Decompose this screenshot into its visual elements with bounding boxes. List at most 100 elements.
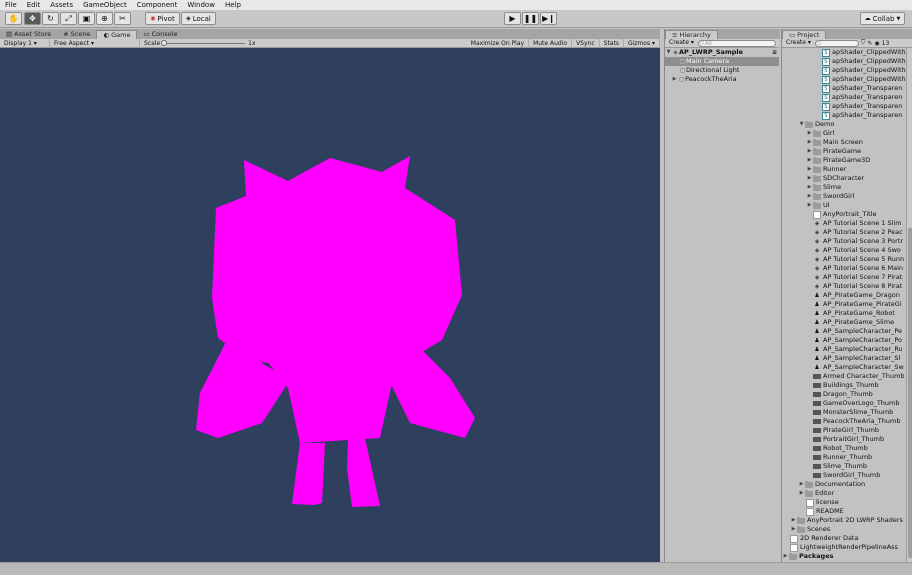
project-root-item[interactable]: ▶ Scenes <box>782 525 906 534</box>
project-folder-packages[interactable]: ▶ Packages <box>782 552 906 561</box>
project-folder-item[interactable]: ▶ SDCharacter <box>782 174 906 183</box>
project-item-thumb[interactable]: Slime_Thumb <box>782 462 906 471</box>
project-item-thumb[interactable]: Armed Character_Thumb <box>782 372 906 381</box>
project-item-file[interactable]: README <box>782 507 906 516</box>
project-item-shader[interactable]: SapShader_ClippedWith <box>782 75 906 84</box>
expand-arrow-icon[interactable]: ▶ <box>806 165 813 174</box>
local-toggle[interactable]: ◈ Local <box>181 12 216 25</box>
project-item-shader[interactable]: SapShader_Transparen <box>782 102 906 111</box>
project-item-title[interactable]: AnyPortrait_Title <box>782 210 906 219</box>
filter-type-icon[interactable]: ⛉ <box>861 39 866 47</box>
pause-button[interactable]: ❚❚ <box>522 12 539 25</box>
mute-audio-toggle[interactable]: Mute Audio <box>529 38 573 48</box>
project-item-prefab[interactable]: ♟ AP_SampleCharacter_Pe <box>782 327 906 336</box>
expand-arrow-icon[interactable]: ▼ <box>798 120 805 129</box>
scene-root[interactable]: ▼ ◈ AP_LWRP_Sample ≡ <box>665 48 779 57</box>
gizmos-dropdown[interactable]: Gizmos ▾ <box>624 38 660 48</box>
menu-edit[interactable]: Edit <box>22 0 46 10</box>
project-item-prefab[interactable]: ♟ AP_PirateGame_Slime <box>782 318 906 327</box>
project-item-thumb[interactable]: Runner_Thumb <box>782 453 906 462</box>
project-item-shader[interactable]: SapShader_ClippedWith <box>782 66 906 75</box>
project-item-prefab[interactable]: ♟ AP_PirateGame_PirateGi <box>782 300 906 309</box>
eye-icon[interactable]: ◉ <box>874 40 879 47</box>
hand-tool-button[interactable]: ✋ <box>5 12 22 25</box>
project-folder-demo[interactable]: ▼ Demo <box>782 120 906 129</box>
hierarchy-create-button[interactable]: Create ▾ <box>667 39 696 47</box>
custom-tool-button[interactable]: ✂ <box>114 12 131 25</box>
project-search-input[interactable] <box>814 39 859 47</box>
project-item-prefab[interactable]: ♟ AP_SampleCharacter_Sw <box>782 363 906 372</box>
move-tool-button[interactable]: ✥ <box>24 12 41 25</box>
expand-arrow-icon[interactable]: ▶ <box>806 147 813 156</box>
scale-control[interactable]: Scale 1x <box>140 39 260 48</box>
project-item-scene[interactable]: ◈ AP Tutorial Scene 1 Slim <box>782 219 906 228</box>
expand-arrow-icon[interactable]: ▶ <box>671 75 678 84</box>
step-button[interactable]: ▶❙ <box>540 12 557 25</box>
transform-tool-button[interactable]: ⊕ <box>96 12 113 25</box>
menu-help[interactable]: Help <box>220 0 246 10</box>
project-item-thumb[interactable]: Dragon_Thumb <box>782 390 906 399</box>
scale-slider[interactable] <box>161 39 246 46</box>
pivot-toggle[interactable]: ◉ Pivot <box>145 12 180 25</box>
project-folder-item[interactable]: ▶ Main Screen <box>782 138 906 147</box>
project-item-scene[interactable]: ◈ AP Tutorial Scene 8 Pirat <box>782 282 906 291</box>
menu-icon[interactable]: ≡ <box>772 48 777 57</box>
project-create-button[interactable]: Create ▾ <box>784 39 813 47</box>
project-item-thumb[interactable]: Buildings_Thumb <box>782 381 906 390</box>
expand-arrow-icon[interactable]: ▶ <box>806 192 813 201</box>
project-folder-item[interactable]: ▶ PirateGame <box>782 147 906 156</box>
project-folder-item[interactable]: ▶ Girl <box>782 129 906 138</box>
project-folder-item[interactable]: ▶ Slime <box>782 183 906 192</box>
project-root-item[interactable]: ▶ AnyPortrait 2D LWRP Shaders <box>782 516 906 525</box>
project-folder-item[interactable]: ▶ Documentation <box>782 480 906 489</box>
project-root-item[interactable]: 2D Renderer Data <box>782 534 906 543</box>
hierarchy-item-peacock[interactable]: ▶ ◻ PeacockTheAria <box>665 75 779 84</box>
project-item-thumb[interactable]: GameOverLogo_Thumb <box>782 399 906 408</box>
project-folder-item[interactable]: ▶ Runner <box>782 165 906 174</box>
project-item-shader[interactable]: SapShader_Transparen <box>782 84 906 93</box>
scale-tool-button[interactable]: ⤢ <box>60 12 77 25</box>
project-item-prefab[interactable]: ♟ AP_SampleCharacter_Po <box>782 336 906 345</box>
expand-arrow-icon[interactable]: ▶ <box>790 516 797 525</box>
expand-arrow-icon[interactable]: ▶ <box>806 201 813 210</box>
project-item-file[interactable]: license <box>782 498 906 507</box>
tab-project[interactable]: ▭ Project <box>782 30 827 39</box>
expand-arrow-icon[interactable]: ▶ <box>790 525 797 534</box>
vsync-toggle[interactable]: VSync <box>572 38 600 48</box>
project-item-thumb[interactable]: MonsterSlime_Thumb <box>782 408 906 417</box>
hierarchy-item-directional-light[interactable]: ◻ Directional Light <box>665 66 779 75</box>
project-item-shader[interactable]: SapShader_Transparen <box>782 111 906 120</box>
project-item-prefab[interactable]: ♟ AP_SampleCharacter_Sl <box>782 354 906 363</box>
maximize-on-play-toggle[interactable]: Maximize On Play <box>467 38 530 48</box>
project-item-thumb[interactable]: PeacockTheAria_Thumb <box>782 417 906 426</box>
expand-arrow-icon[interactable]: ▶ <box>806 138 813 147</box>
menu-gameobject[interactable]: GameObject <box>78 0 132 10</box>
tab-hierarchy[interactable]: ≡ Hierarchy <box>665 30 718 39</box>
filter-label-icon[interactable]: ✎ <box>867 40 872 47</box>
project-item-scene[interactable]: ◈ AP Tutorial Scene 3 Portr <box>782 237 906 246</box>
project-folder-item[interactable]: ▶ UI <box>782 201 906 210</box>
play-button[interactable]: ▶ <box>504 12 521 25</box>
project-item-thumb[interactable]: PirateGirl_Thumb <box>782 426 906 435</box>
project-item-thumb[interactable]: PortraitGirl_Thumb <box>782 435 906 444</box>
project-folder-item[interactable]: ▶ Editor <box>782 489 906 498</box>
collab-dropdown[interactable]: ☁ Collab ▼ <box>860 12 905 25</box>
expand-arrow-icon[interactable]: ▶ <box>806 183 813 192</box>
project-folder-item[interactable]: ▶ PirateGame3D <box>782 156 906 165</box>
rotate-tool-button[interactable]: ↻ <box>42 12 59 25</box>
expand-arrow-icon[interactable]: ▶ <box>806 174 813 183</box>
project-scrollbar[interactable] <box>906 48 912 562</box>
project-item-shader[interactable]: SapShader_ClippedWith <box>782 48 906 57</box>
menu-window[interactable]: Window <box>182 0 220 10</box>
menu-component[interactable]: Component <box>132 0 183 10</box>
project-item-shader[interactable]: SapShader_Transparen <box>782 93 906 102</box>
rect-tool-button[interactable]: ▣ <box>78 12 95 25</box>
display-dropdown[interactable]: Display 1 ▾ <box>0 38 50 48</box>
project-item-shader[interactable]: SapShader_ClippedWith <box>782 57 906 66</box>
project-item-scene[interactable]: ◈ AP Tutorial Scene 7 Pirat <box>782 273 906 282</box>
menu-file[interactable]: File <box>0 0 22 10</box>
project-item-prefab[interactable]: ♟ AP_PirateGame_Dragon <box>782 291 906 300</box>
stats-toggle[interactable]: Stats <box>600 38 624 48</box>
menu-assets[interactable]: Assets <box>45 0 78 10</box>
project-scrollbar-thumb[interactable] <box>908 228 912 558</box>
